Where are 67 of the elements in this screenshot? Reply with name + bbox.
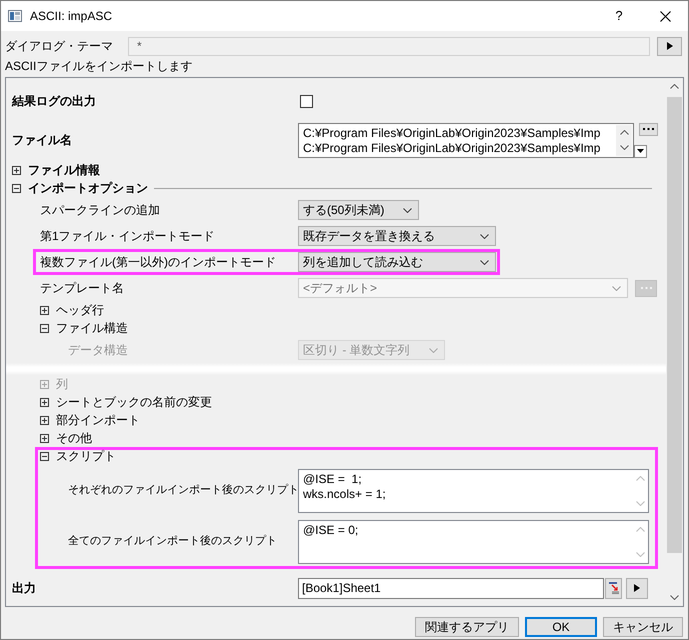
option-label: ヘッダ行	[56, 302, 104, 319]
file-list[interactable]: C:¥Program Files¥OriginLab¥Origin2023¥Samples¥Imp C:¥Program Files¥OriginLab¥Origin2023¥Samples¥Imp	[298, 122, 634, 158]
dropdown[interactable]: する(50列未満)	[298, 200, 419, 220]
option-label: 列	[56, 376, 68, 393]
option-label: ファイル名	[12, 132, 72, 149]
option-label: それぞれのファイルインポート後のスクリプト	[68, 482, 299, 498]
chevron-down-icon	[429, 348, 438, 352]
minus-box-icon[interactable]	[40, 324, 49, 332]
theme-field[interactable]: *	[128, 36, 650, 56]
option-label: 第1ファイル・インポートモード	[40, 228, 215, 245]
option-label: スパークラインの追加	[40, 202, 160, 219]
file-path: C:¥Program Files¥OriginLab¥Origin2023¥Samples¥Imp	[303, 140, 602, 156]
help-button[interactable]: ?	[596, 1, 642, 31]
output-field[interactable]: [Book1]Sheet1	[298, 578, 604, 598]
plus-box-icon[interactable]	[40, 434, 49, 442]
dropdown[interactable]: 既存データを置き換える	[298, 226, 496, 246]
plus-box-icon[interactable]	[40, 416, 49, 424]
minus-box-icon[interactable]	[12, 184, 21, 192]
close-icon	[660, 10, 670, 22]
chevron-down-icon	[612, 286, 621, 290]
browse-button[interactable]	[639, 122, 658, 136]
chevron-down-icon[interactable]	[670, 595, 679, 600]
dialog-button[interactable]: キャンセル	[603, 617, 683, 637]
description-text: ASCIIファイルをインポートします	[5, 58, 192, 75]
chevron-down-icon	[480, 234, 489, 238]
triangle-right-icon	[634, 584, 640, 592]
chevron-up-icon[interactable]	[620, 130, 628, 135]
dropdown[interactable]: 列を追加して読み込む	[298, 252, 496, 272]
dialog-button[interactable]: OK	[525, 617, 597, 637]
sheet-arrow-icon	[608, 582, 620, 594]
minus-box-icon[interactable]	[40, 452, 49, 460]
chevron-down-icon[interactable]	[620, 145, 628, 150]
code-line: wks.ncols+ = 1;	[303, 486, 387, 502]
option-label: テンプレート名	[40, 280, 124, 297]
option-label: シートとブックの名前の変更	[56, 394, 212, 411]
plus-box-icon[interactable]	[12, 166, 21, 174]
theme-label: ダイアログ・テーマ	[5, 38, 113, 55]
option-label: 全てのファイルインポート後のスクリプト	[68, 534, 277, 550]
plus-box-icon[interactable]	[40, 306, 49, 314]
chevron-down-icon	[403, 208, 412, 212]
menu-button[interactable]	[626, 578, 648, 598]
option-label: 複数ファイル(第一以外)のインポートモード	[40, 254, 276, 271]
option-label: インポートオプション	[28, 180, 148, 197]
dialog-button[interactable]: 関連するアプリ	[415, 617, 519, 637]
option-label: 結果ログの出力	[12, 93, 96, 110]
option-label: スクリプト	[56, 448, 116, 465]
option-label: ファイル情報	[28, 162, 100, 179]
triangle-right-icon	[666, 42, 672, 50]
theme-menu-button[interactable]	[657, 36, 682, 56]
select-range-button[interactable]	[605, 578, 622, 598]
app-icon	[8, 10, 22, 22]
plus-box-icon[interactable]	[40, 398, 49, 406]
code-line: @ISE = 0;	[303, 522, 360, 538]
file-path: C:¥Program Files¥OriginLab¥Origin2023¥Samples¥Imp	[303, 126, 602, 140]
chevron-down-icon	[480, 260, 489, 264]
triangle-down-icon	[637, 149, 644, 153]
scrollbar-thumb[interactable]	[667, 97, 682, 553]
option-label: その他	[56, 430, 92, 447]
code-line: @ISE = 1;	[303, 472, 363, 486]
checkbox[interactable]	[300, 94, 313, 108]
option-label: 出力	[12, 580, 36, 597]
option-label: 部分インポート	[56, 412, 140, 429]
option-label: データ構造	[68, 342, 128, 359]
option-label: ファイル構造	[56, 320, 128, 337]
chevron-up-icon[interactable]	[670, 84, 679, 89]
window-title: ASCII: impASC	[30, 8, 112, 25]
dropdown-button[interactable]	[634, 144, 647, 158]
